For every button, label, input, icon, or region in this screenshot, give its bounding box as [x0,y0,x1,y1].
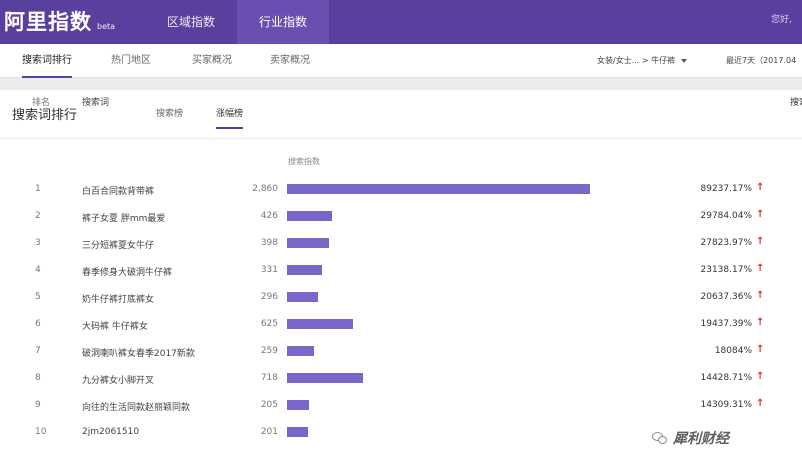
rank-cell: 10 [35,427,47,437]
arrow-up-icon: ↑ [756,344,765,355]
arrow-up-icon: ↑ [756,371,765,382]
tab-region-index[interactable]: 区域指数 [150,0,232,44]
rate-cell: 14428.71% [700,373,753,383]
index-value: 2,860 [252,184,278,194]
rank-cell: 7 [35,346,41,356]
column-header-keyword: 搜索词 [82,98,110,108]
index-bar [287,400,309,410]
beta-badge: beta [97,22,116,31]
category-filter-label: 女装/女士... > 牛仔裤 [597,56,676,65]
column-header-index: 搜索指数 [288,157,320,166]
rate-cell: 19437.39% [700,319,753,329]
rank-cell: 3 [35,238,41,248]
arrow-up-icon: ↑ [756,398,765,409]
table-row[interactable]: 6 大码裤 牛仔裤女 625 19437.39% ↑ [0,314,802,341]
index-value: 426 [260,211,278,221]
table-row[interactable]: 9 向往的生活同款赵丽颖同款 205 14309.31% ↑ [0,395,802,422]
arrow-up-icon: ↑ [756,290,765,301]
user-greeting[interactable]: 您好, [771,0,792,40]
keyword-cell[interactable]: 向往的生活同款赵丽颖同款 [82,400,190,413]
index-value: 259 [260,346,278,356]
table-row[interactable]: 8 九分裤女小脚开叉 718 14428.71% ↑ [0,368,802,395]
index-bar [287,211,332,221]
index-bar [287,319,353,329]
keyword-cell[interactable]: 2jm2061510 [82,427,139,437]
index-value: 398 [260,238,278,248]
subtab-seller-overview[interactable]: 卖家概况 [270,44,310,78]
index-value: 718 [260,373,278,383]
brand-name: 阿里指数 [4,10,92,34]
keyword-cell[interactable]: 奶牛仔裤打底裤女 [82,292,154,305]
index-value: 205 [260,400,278,410]
rate-cell: 14309.31% [700,400,753,410]
keyword-cell[interactable]: 破洞喇叭裤女春季2017新款 [82,346,195,359]
watermark: 犀利财经 [652,428,729,448]
rank-cell: 4 [35,265,41,275]
divider [0,138,802,139]
arrow-up-icon: ↑ [756,209,765,220]
index-value: 201 [260,427,278,437]
category-filter-dropdown[interactable]: 女装/女士... > 牛仔裤 [597,44,688,78]
table-row[interactable]: 1 白百合同款背带裤 2,860 89237.17% ↑ [0,179,802,206]
rate-cell: 89237.17% [700,184,753,194]
tab-search-list[interactable]: 搜索榜 [156,106,183,127]
top-bar: 阿里指数 beta 区域指数 行业指数 您好, [0,0,802,44]
table-row[interactable]: 7 破洞喇叭裤女春季2017新款 259 18084% ↑ [0,341,802,368]
index-bar [287,184,590,194]
caret-down-icon [681,59,688,63]
keyword-cell[interactable]: 九分裤女小脚开叉 [82,373,154,386]
arrow-up-icon: ↑ [756,317,765,328]
column-header-rank: 排名 [32,98,51,108]
rank-cell: 9 [35,400,41,410]
brand-logo[interactable]: 阿里指数 beta [4,4,115,40]
index-bar [287,238,329,248]
wechat-icon [652,430,668,446]
keyword-cell[interactable]: 白百合同款背带裤 [82,184,154,197]
rate-cell: 29784.04% [700,211,753,221]
arrow-up-icon: ↑ [756,182,765,193]
tab-rise-list[interactable]: 涨幅榜 [216,106,244,129]
rate-cell: 27823.97% [700,238,753,248]
tab-industry-index[interactable]: 行业指数 [237,0,329,44]
keyword-cell[interactable]: 春季修身大破洞牛仔裤 [82,265,172,278]
sub-navigation: 搜索词排行 热门地区 买家概况 卖家概况 女装/女士... > 牛仔裤 最近7天… [0,44,802,78]
column-header-rate[interactable]: 搜索涨幅 [729,95,802,108]
index-value: 331 [260,265,278,275]
table-row[interactable]: 3 三分短裤夏女牛仔 398 27823.97% ↑ [0,233,802,260]
subtab-search-ranking[interactable]: 搜索词排行 [22,44,72,78]
index-value: 296 [260,292,278,302]
search-ranking-panel: 搜索词排行 搜索榜 涨幅榜 排名 搜索词 搜索指数 搜索涨幅 1白百合同款背带裤… [0,90,802,473]
period-selector[interactable]: 最近7天（2017.04 [726,44,796,78]
rank-cell: 8 [35,373,41,383]
rank-cell: 2 [35,211,41,221]
watermark-text: 犀利财经 [673,431,729,447]
rank-cell: 1 [35,184,41,194]
table-row[interactable]: 5 奶牛仔裤打底裤女 296 20637.36% ↑ [0,287,802,314]
table-row[interactable]: 4 春季修身大破洞牛仔裤 331 23138.17% ↑ [0,260,802,287]
rank-cell: 5 [35,292,41,302]
index-bar [287,265,322,275]
rank-cell: 6 [35,319,41,329]
subtab-hot-regions[interactable]: 热门地区 [111,44,151,78]
rate-cell: 18084% [714,346,752,356]
index-bar [287,346,314,356]
index-bar [287,292,318,302]
rate-cell: 20637.36% [700,292,753,302]
arrow-up-icon: ↑ [756,263,765,274]
keyword-cell[interactable]: 三分短裤夏女牛仔 [82,238,154,251]
index-bar [287,427,308,437]
index-value: 625 [260,319,278,329]
subtab-buyer-overview[interactable]: 买家概况 [192,44,232,78]
table-row[interactable]: 2 裤子女夏 胖mm最爱 426 29784.04% ↑ [0,206,802,233]
rate-cell: 23138.17% [700,265,753,275]
index-bar [287,373,363,383]
arrow-up-icon: ↑ [756,236,765,247]
keyword-cell[interactable]: 裤子女夏 胖mm最爱 [82,211,165,224]
keyword-cell[interactable]: 大码裤 牛仔裤女 [82,319,148,332]
